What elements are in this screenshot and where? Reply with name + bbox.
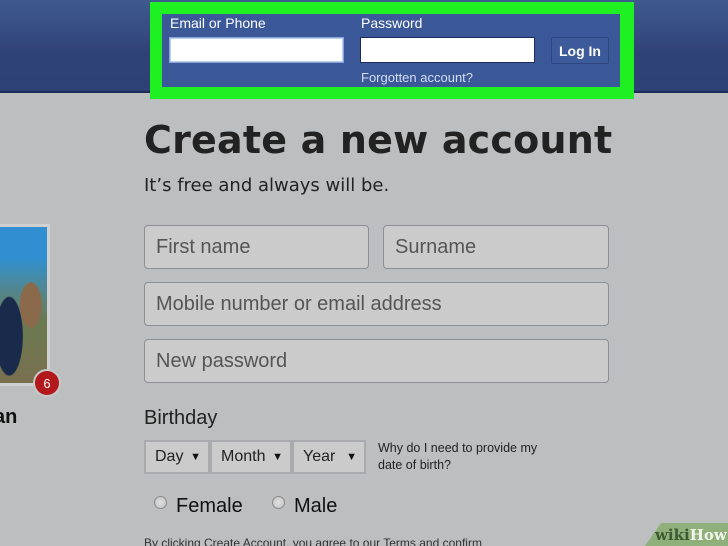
notification-badge: 6 — [33, 369, 61, 397]
birthday-label: Birthday — [144, 407, 218, 429]
day-select[interactable]: Day ▼ — [144, 440, 210, 474]
email-label: Email or Phone — [170, 15, 266, 31]
password-input[interactable] — [360, 37, 535, 63]
surname-input[interactable] — [383, 225, 609, 269]
month-select[interactable]: Month ▼ — [210, 440, 292, 474]
why-birthday-link[interactable]: Why do I need to provide my date of birt… — [378, 440, 558, 474]
forgotten-account-link[interactable]: Forgotten account? — [361, 70, 473, 85]
login-button[interactable]: Log In — [551, 37, 609, 64]
wikihow-wiki: wiki — [655, 526, 690, 544]
email-input[interactable] — [169, 37, 344, 63]
female-label: Female — [176, 495, 243, 517]
password-label: Password — [361, 15, 423, 31]
radio-circle-icon[interactable] — [272, 496, 285, 509]
dropdown-arrow-icon: ▼ — [272, 451, 283, 463]
male-radio[interactable]: Male — [272, 493, 337, 519]
profile-photo[interactable] — [0, 224, 50, 386]
radio-circle-icon[interactable] — [154, 496, 167, 509]
new-password-input[interactable] — [144, 339, 609, 383]
month-select-value: Month — [221, 448, 266, 465]
day-select-value: Day — [155, 448, 184, 465]
year-select[interactable]: Year ▼ — [292, 440, 366, 474]
male-label: Male — [294, 495, 338, 517]
female-radio[interactable]: Female — [154, 493, 243, 519]
mobile-or-email-input[interactable] — [144, 282, 609, 326]
terms-text: By clicking Create Account, you agree to… — [144, 536, 482, 546]
dropdown-arrow-icon: ▼ — [190, 451, 201, 463]
dropdown-arrow-icon: ▼ — [346, 451, 357, 463]
wikihow-logo: wikiHow — [655, 526, 727, 544]
first-name-input[interactable] — [144, 225, 369, 269]
page-title: Create a new account — [144, 118, 613, 162]
year-select-value: Year — [303, 448, 336, 465]
profile-image — [0, 227, 47, 383]
wikihow-how: How — [689, 526, 727, 544]
profile-name: an — [0, 406, 18, 428]
page-subtitle: It’s free and always will be. — [144, 175, 390, 196]
